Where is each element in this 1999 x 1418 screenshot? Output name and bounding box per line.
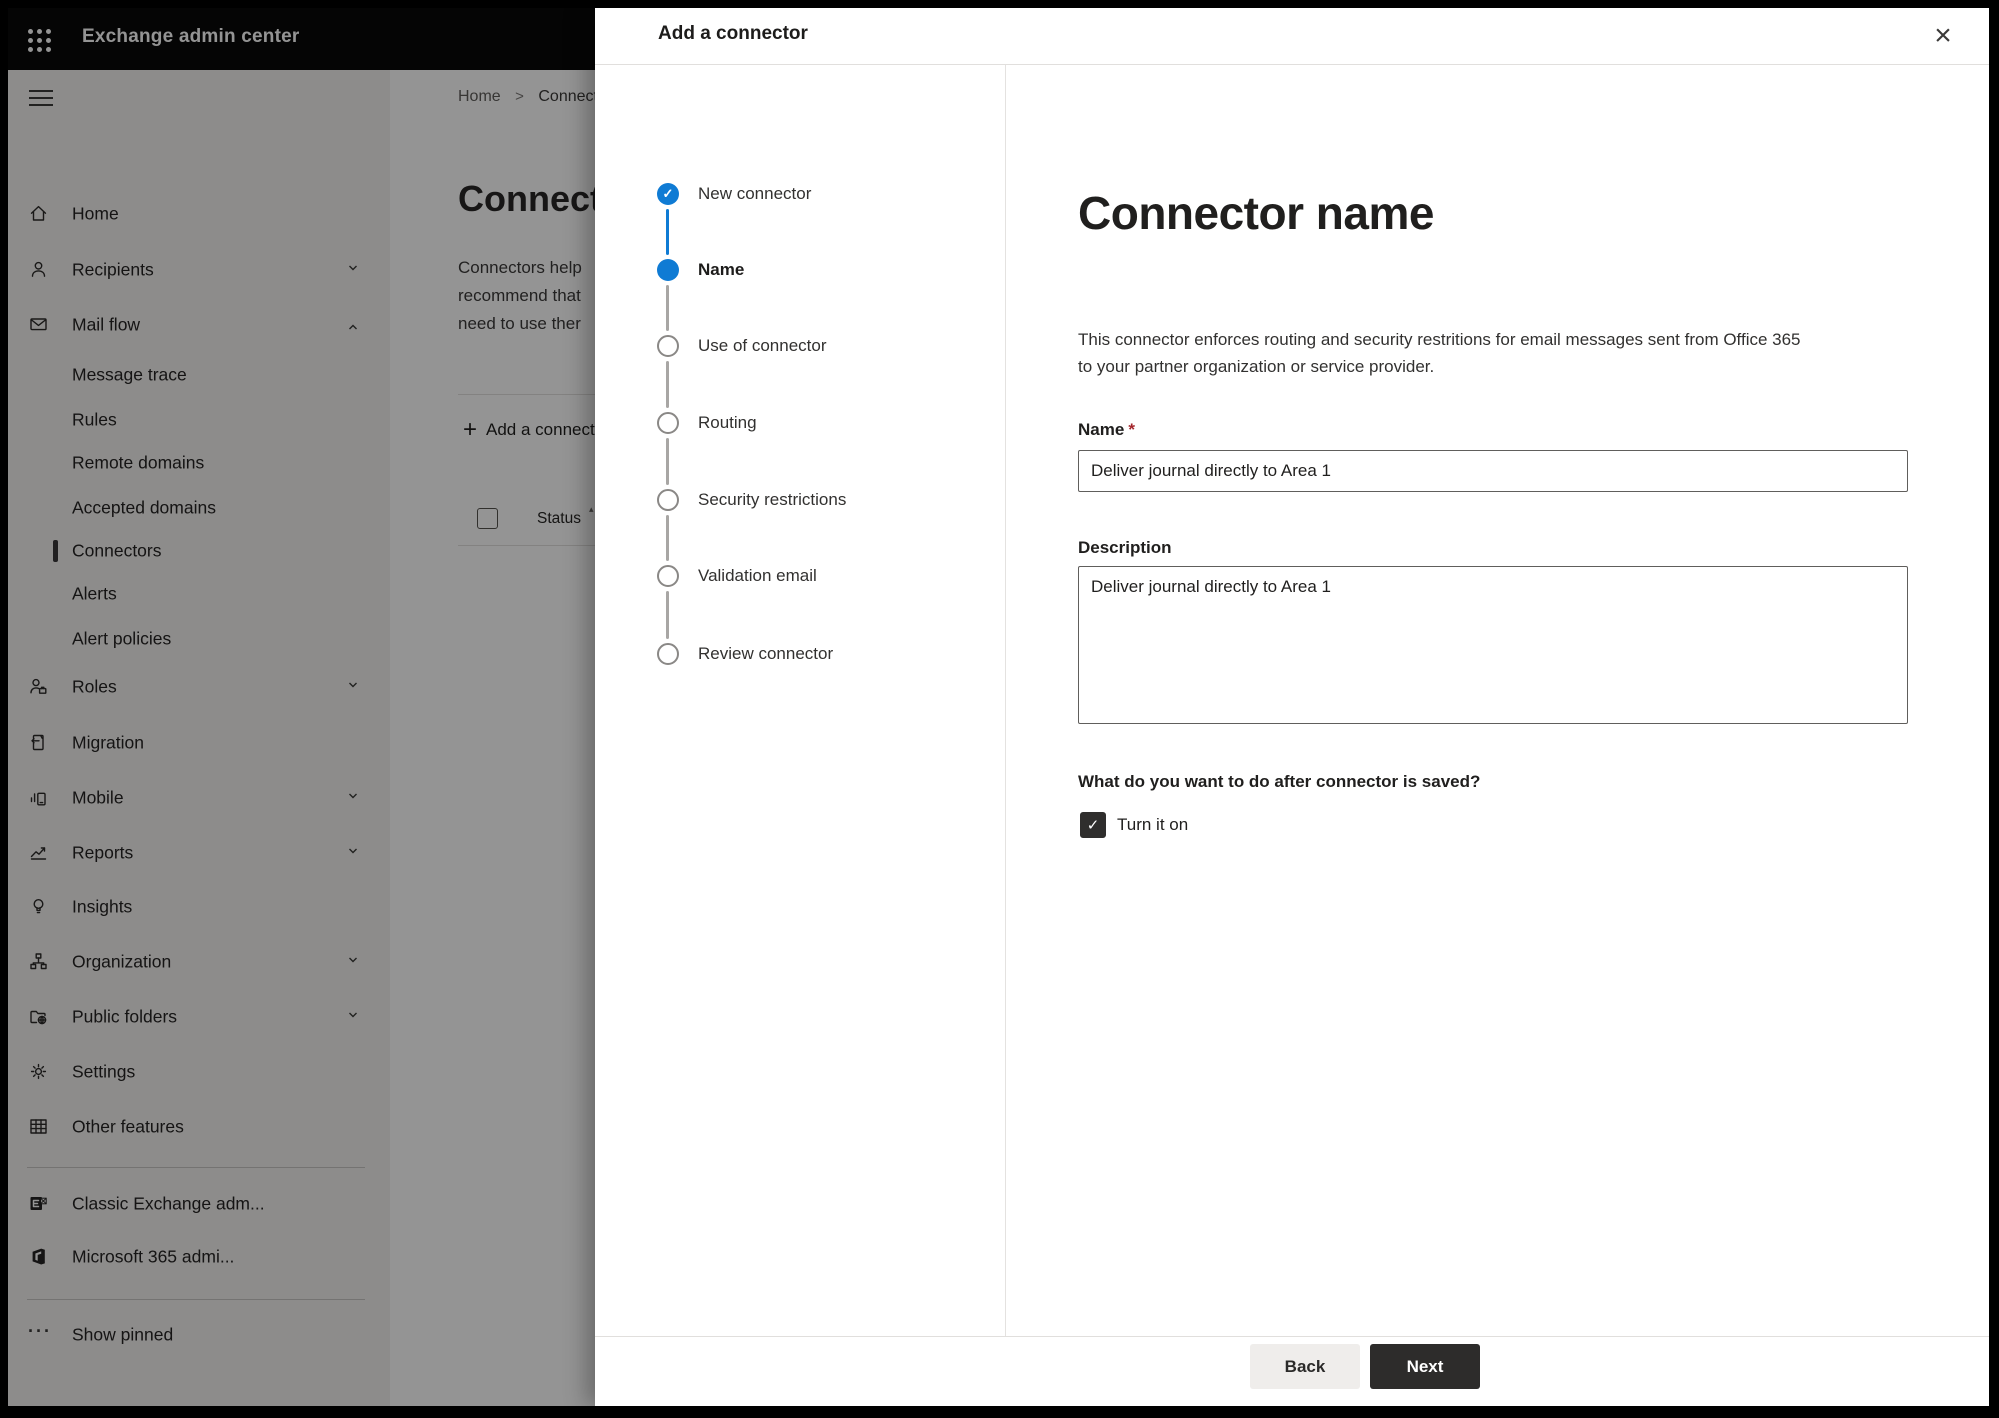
step-routing[interactable]: Routing: [595, 409, 995, 437]
step-check-icon: ✓: [657, 183, 679, 205]
step-circle-icon: [657, 643, 679, 665]
name-field-label: Name *: [1078, 420, 1135, 439]
step-use-of-connector[interactable]: Use of connector: [595, 332, 995, 360]
description-field-label: Description: [1078, 538, 1172, 557]
required-asterisk: *: [1128, 420, 1135, 439]
step-connector-line: [666, 591, 669, 639]
turn-it-on-checkbox-row[interactable]: ✓ Turn it on: [1080, 812, 1188, 838]
step-new-connector[interactable]: ✓ New connector: [595, 180, 995, 208]
turn-it-on-label: Turn it on: [1117, 815, 1189, 834]
step-circle-icon: [657, 489, 679, 511]
step-circle-icon: [657, 565, 679, 587]
dialog-header: Add a connector ×: [595, 8, 1989, 65]
connector-description-text: This connector enforces routing and secu…: [1078, 330, 1801, 376]
step-connector-line: [666, 361, 669, 408]
connector-name-heading: Connector name: [1078, 187, 1434, 239]
step-name[interactable]: Name: [595, 256, 995, 284]
step-validation-email[interactable]: Validation email: [595, 562, 995, 590]
step-connector-line: [666, 438, 669, 485]
after-save-question: What do you want to do after connector i…: [1078, 772, 1481, 791]
name-input[interactable]: [1078, 450, 1908, 492]
app-window: Exchange admin center Home Recipients Ma…: [8, 8, 1989, 1406]
wizard-steps-panel: ✓ New connector Name Use of connector Ro…: [595, 65, 1006, 1336]
next-button[interactable]: Next: [1370, 1344, 1480, 1389]
close-icon[interactable]: ×: [1923, 16, 1963, 56]
step-connector-line: [666, 515, 669, 561]
dialog-footer: Back Next: [595, 1336, 1989, 1406]
description-textarea[interactable]: Deliver journal directly to Area 1: [1078, 566, 1908, 724]
add-connector-dialog: Add a connector × ✓ New connector Name U…: [595, 8, 1989, 1406]
dialog-title: Add a connector: [658, 23, 808, 44]
step-security-restrictions[interactable]: Security restrictions: [595, 486, 995, 514]
step-circle-icon: [657, 412, 679, 434]
checkbox-checked-icon[interactable]: ✓: [1080, 812, 1106, 838]
step-connector-line: [666, 209, 669, 255]
step-connector-line: [666, 285, 669, 331]
step-current-dot-icon: [657, 259, 679, 281]
back-button[interactable]: Back: [1250, 1344, 1360, 1389]
step-circle-icon: [657, 335, 679, 357]
step-review-connector[interactable]: Review connector: [595, 640, 995, 668]
